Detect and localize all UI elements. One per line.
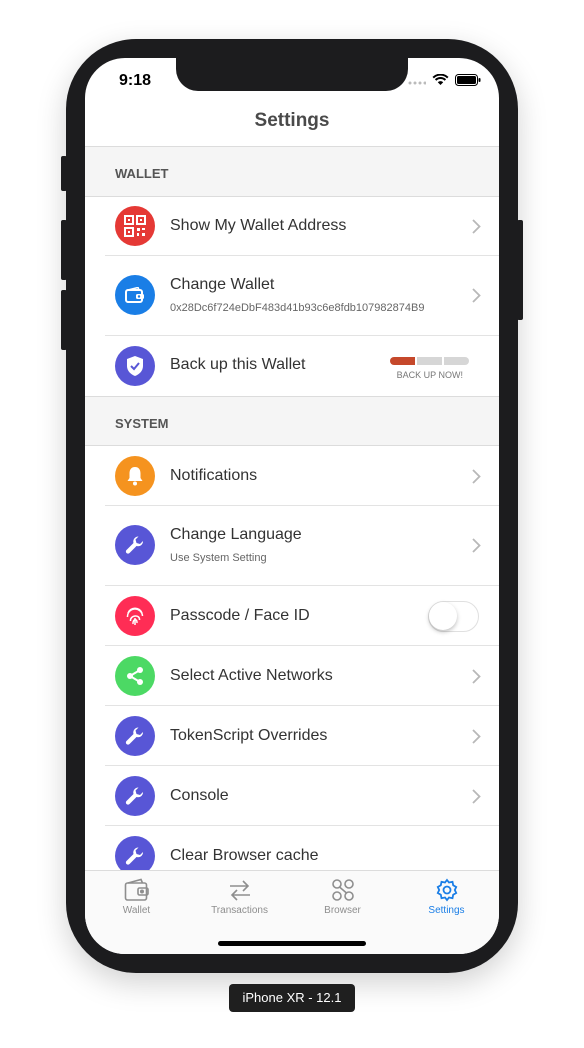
wifi-icon bbox=[432, 74, 449, 85]
passcode-row: Passcode / Face ID bbox=[85, 586, 499, 646]
wallet-tab-icon bbox=[124, 878, 149, 901]
clear-browser-cache-label: Clear Browser cache bbox=[170, 847, 319, 864]
chevron-right-icon bbox=[472, 288, 481, 303]
fingerprint-icon bbox=[115, 596, 155, 636]
chevron-right-icon bbox=[472, 219, 481, 234]
chevron-right-icon bbox=[472, 469, 481, 484]
backup-now-badge: BACK UP NOW! bbox=[396, 370, 463, 380]
tab-browser-label: Browser bbox=[324, 905, 361, 916]
tokenscript-overrides-label: TokenScript Overrides bbox=[170, 727, 328, 744]
passcode-toggle[interactable] bbox=[428, 601, 479, 632]
tab-settings[interactable]: Settings bbox=[395, 871, 498, 921]
wrench-icon bbox=[115, 776, 155, 816]
share-icon bbox=[115, 656, 155, 696]
change-wallet-label: Change Wallet bbox=[170, 276, 275, 293]
change-language-row[interactable]: Change Language Use System Setting bbox=[85, 506, 499, 586]
chevron-right-icon bbox=[472, 729, 481, 744]
device-label: iPhone XR - 12.1 bbox=[229, 984, 355, 1012]
wrench-icon bbox=[115, 716, 155, 756]
home-indicator[interactable] bbox=[218, 941, 366, 946]
backup-progress-segment bbox=[417, 357, 442, 365]
backup-wallet-row[interactable]: Back up this Wallet BACK UP NOW! bbox=[85, 336, 499, 396]
language-value: Use System Setting bbox=[170, 552, 267, 564]
notch bbox=[176, 58, 408, 91]
power-button bbox=[517, 220, 523, 320]
battery-icon bbox=[455, 74, 481, 86]
passcode-label: Passcode / Face ID bbox=[170, 607, 310, 624]
chevron-right-icon bbox=[472, 669, 481, 684]
shield-icon bbox=[115, 346, 155, 386]
backup-wallet-label: Back up this Wallet bbox=[170, 356, 306, 373]
console-row[interactable]: Console bbox=[85, 766, 499, 826]
select-networks-row[interactable]: Select Active Networks bbox=[85, 646, 499, 706]
wallet-icon bbox=[115, 275, 155, 315]
select-networks-label: Select Active Networks bbox=[170, 667, 333, 684]
signal-icon bbox=[408, 81, 426, 85]
tab-browser[interactable]: Browser bbox=[291, 871, 394, 921]
qr-code-icon bbox=[115, 206, 155, 246]
transactions-icon bbox=[229, 880, 250, 901]
wallet-address-text: 0x28Dc6f724eDbF483d41b93c6e8fdb107982874… bbox=[170, 302, 425, 314]
status-icons bbox=[408, 74, 481, 86]
notifications-row[interactable]: Notifications bbox=[85, 446, 499, 506]
backup-progress-segment bbox=[390, 357, 415, 365]
silent-switch bbox=[61, 156, 67, 191]
change-language-label: Change Language bbox=[170, 526, 302, 543]
browser-icon bbox=[331, 879, 354, 901]
section-header-system: SYSTEM bbox=[85, 396, 499, 446]
tab-transactions[interactable]: Transactions bbox=[188, 871, 291, 921]
chevron-right-icon bbox=[472, 789, 481, 804]
section-header-wallet: WALLET bbox=[85, 147, 499, 197]
volume-up-button bbox=[61, 220, 67, 280]
toggle-knob bbox=[429, 602, 457, 630]
tab-wallet[interactable]: Wallet bbox=[85, 871, 188, 921]
tab-settings-label: Settings bbox=[428, 905, 465, 916]
console-label: Console bbox=[170, 787, 229, 804]
chevron-right-icon bbox=[472, 538, 481, 553]
bell-icon bbox=[115, 456, 155, 496]
page-title: Settings bbox=[254, 110, 330, 131]
show-wallet-address-label: Show My Wallet Address bbox=[170, 217, 347, 234]
gear-icon bbox=[436, 878, 457, 902]
show-wallet-address-row[interactable]: Show My Wallet Address bbox=[85, 197, 499, 256]
backup-progress-bar bbox=[390, 357, 469, 365]
section-title-wallet: WALLET bbox=[115, 166, 169, 181]
change-wallet-row[interactable]: Change Wallet 0x28Dc6f724eDbF483d41b93c6… bbox=[85, 256, 499, 336]
notifications-label: Notifications bbox=[170, 467, 258, 484]
tab-transactions-label: Transactions bbox=[211, 905, 268, 916]
status-time: 9:18 bbox=[119, 72, 152, 89]
tokenscript-overrides-row[interactable]: TokenScript Overrides bbox=[85, 706, 499, 766]
backup-progress-segment bbox=[444, 357, 469, 365]
volume-down-button bbox=[61, 290, 67, 350]
screen: 9:18 Settings WALLET Show My Wallet Addr… bbox=[85, 58, 499, 954]
tab-wallet-label: Wallet bbox=[122, 905, 151, 916]
section-title-system: SYSTEM bbox=[115, 416, 169, 431]
wrench-icon bbox=[115, 525, 155, 565]
